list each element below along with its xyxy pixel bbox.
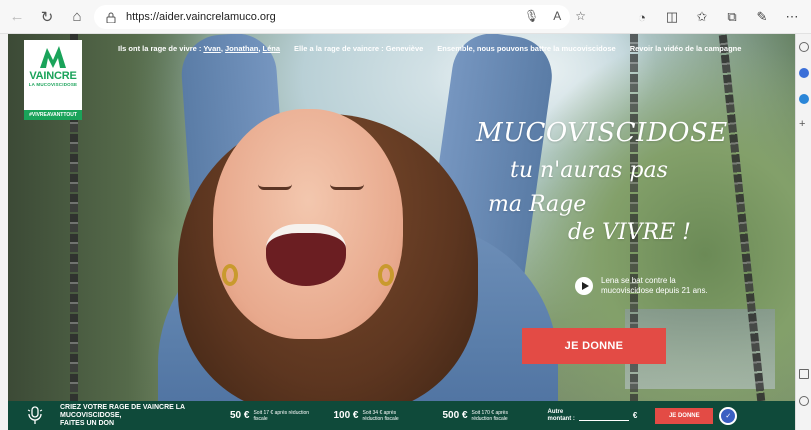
donation-amount: 100 € (333, 410, 359, 421)
nav-item-ensemble[interactable]: Ensemble, nous pouvons battre la mucovis… (437, 44, 615, 53)
donation-title-line-1: CRIEZ VOTRE RAGE DE VAINCRE LA MUCOVISCI… (60, 403, 185, 419)
favorites-icon[interactable]: ✩ (692, 7, 712, 27)
edge-sidebar: + (795, 34, 811, 430)
search-icon[interactable] (799, 42, 809, 52)
logo-subtitle: LA MUCOVISCIDOSE (28, 82, 78, 87)
other-amount: Autre montant : € (548, 409, 638, 423)
video-caption-line-2: mucoviscidose depuis 21 ans. (601, 286, 708, 295)
top-navigation: Ils ont la rage de vivre : Yvan, Jonatha… (118, 44, 741, 53)
donation-note: Soit 34 € après réduction fiscale (363, 410, 433, 422)
collections-icon[interactable]: ⧉ (722, 7, 742, 27)
je-donne-button[interactable]: JE DONNE (522, 328, 666, 364)
url-text: https://aider.vaincrelamuco.org (126, 11, 276, 23)
donation-amount: 500 € (442, 410, 468, 421)
text-size-icon[interactable]: A (553, 9, 561, 23)
donation-note: Soit 17 € après réduction fiscale (253, 410, 323, 422)
logo-mark-icon (40, 46, 66, 68)
headline-line-4: de VIVRE ! (568, 220, 692, 245)
earring-left (222, 264, 238, 286)
nav-item-ils-ont-la-rage: Ils ont la rage de vivre : Yvan, Jonatha… (118, 44, 281, 53)
other-amount-currency: € (632, 411, 638, 420)
favorite-star-icon[interactable]: ☆ (575, 9, 586, 23)
panel-layout-icon[interactable] (799, 369, 809, 379)
other-amount-label-line-2: montant : (547, 415, 575, 422)
outlook-icon[interactable] (799, 94, 809, 104)
extensions-icon[interactable]: ✎ (752, 7, 772, 27)
add-icon[interactable]: + (799, 119, 809, 130)
other-amount-input[interactable] (578, 411, 629, 421)
donation-note: Soit 170 € après réduction fiscale (472, 410, 542, 422)
nav-item-genevieve[interactable]: Elle a la rage de vaincre : Geneviève (294, 44, 423, 53)
video-link[interactable]: Lena se bat contre la mucoviscidose depu… (575, 276, 708, 296)
split-screen-icon[interactable]: ◫ (662, 7, 682, 27)
logo-hashtag: #VIVREAVANTTOUT (24, 110, 82, 120)
donation-submit-button[interactable]: JE DONNE (655, 407, 714, 424)
donation-bar: CRIEZ VOTRE RAGE DE VAINCRE LA MUCOVISCI… (8, 401, 795, 430)
logo-word: VAINCRE (29, 70, 77, 82)
vaincre-logo[interactable]: VAINCRE LA MUCOVISCIDOSE (24, 40, 82, 110)
accessibility-badge-icon[interactable]: ✓ (719, 406, 738, 425)
donation-option-100[interactable]: 100 € Soit 34 € après réduction fiscale (333, 410, 432, 422)
megaphone-mic-icon (20, 401, 50, 430)
home-icon[interactable]: ⌂ (64, 4, 90, 30)
play-icon[interactable] (575, 277, 593, 295)
nav-item-revoir-video[interactable]: Revoir la vidéo de la campagne (630, 44, 742, 53)
earring-right (378, 264, 394, 286)
more-menu-icon[interactable]: ⋯ (782, 7, 802, 27)
donation-note-line-2: réduction fiscale (471, 415, 508, 422)
donation-option-500[interactable]: 500 € Soit 170 € après réduction fiscale (443, 410, 542, 422)
shopping-icon[interactable] (799, 68, 809, 78)
eye-left (258, 184, 292, 190)
settings-icon[interactable] (799, 396, 809, 406)
link-lena[interactable]: Léna (263, 44, 281, 53)
laughing-mouth (266, 224, 346, 286)
link-yvan[interactable]: Yvan (203, 44, 221, 53)
donation-title: CRIEZ VOTRE RAGE DE VAINCRE LA MUCOVISCI… (60, 404, 220, 428)
donation-option-50[interactable]: 50 € Soit 17 € après réduction fiscale (230, 410, 323, 422)
address-bar[interactable]: https://aider.vaincrelamuco.org (94, 5, 570, 29)
donation-amount: 50 € (230, 410, 250, 421)
donation-note-line-2: fiscale (253, 415, 268, 422)
other-amount-label-line-1: Autre (547, 408, 564, 415)
video-caption-line-1: Lena se bat contre la (601, 276, 676, 285)
hero-banner (8, 34, 795, 402)
headline-line-2: tu n'auras pas (510, 158, 668, 183)
donation-title-line-2: FAITES UN DON (60, 419, 115, 427)
headline-line-3: ma Rage (488, 192, 587, 217)
back-icon[interactable]: ← (4, 4, 30, 30)
other-amount-label: Autre montant : (548, 409, 575, 423)
link-jonathan[interactable]: Jonathan (225, 44, 258, 53)
read-aloud-icon[interactable]: 🎙 (524, 9, 539, 23)
browser-toolbar: ← ↻ ⌂ https://aider.vaincrelamuco.org 🎙 … (0, 0, 811, 34)
nav-item-prefix: Ils ont la rage de vivre : (118, 44, 202, 53)
video-caption: Lena se bat contre la mucoviscidose depu… (601, 276, 708, 296)
eye-right (330, 184, 364, 190)
lock-icon (104, 10, 118, 24)
refresh-circle-icon[interactable]: ◔ (632, 7, 652, 27)
donation-note-line-2: réduction fiscale (362, 415, 399, 422)
reload-icon[interactable]: ↻ (34, 4, 60, 30)
headline-line-1: MUCOVISCIDOSE (476, 118, 728, 148)
